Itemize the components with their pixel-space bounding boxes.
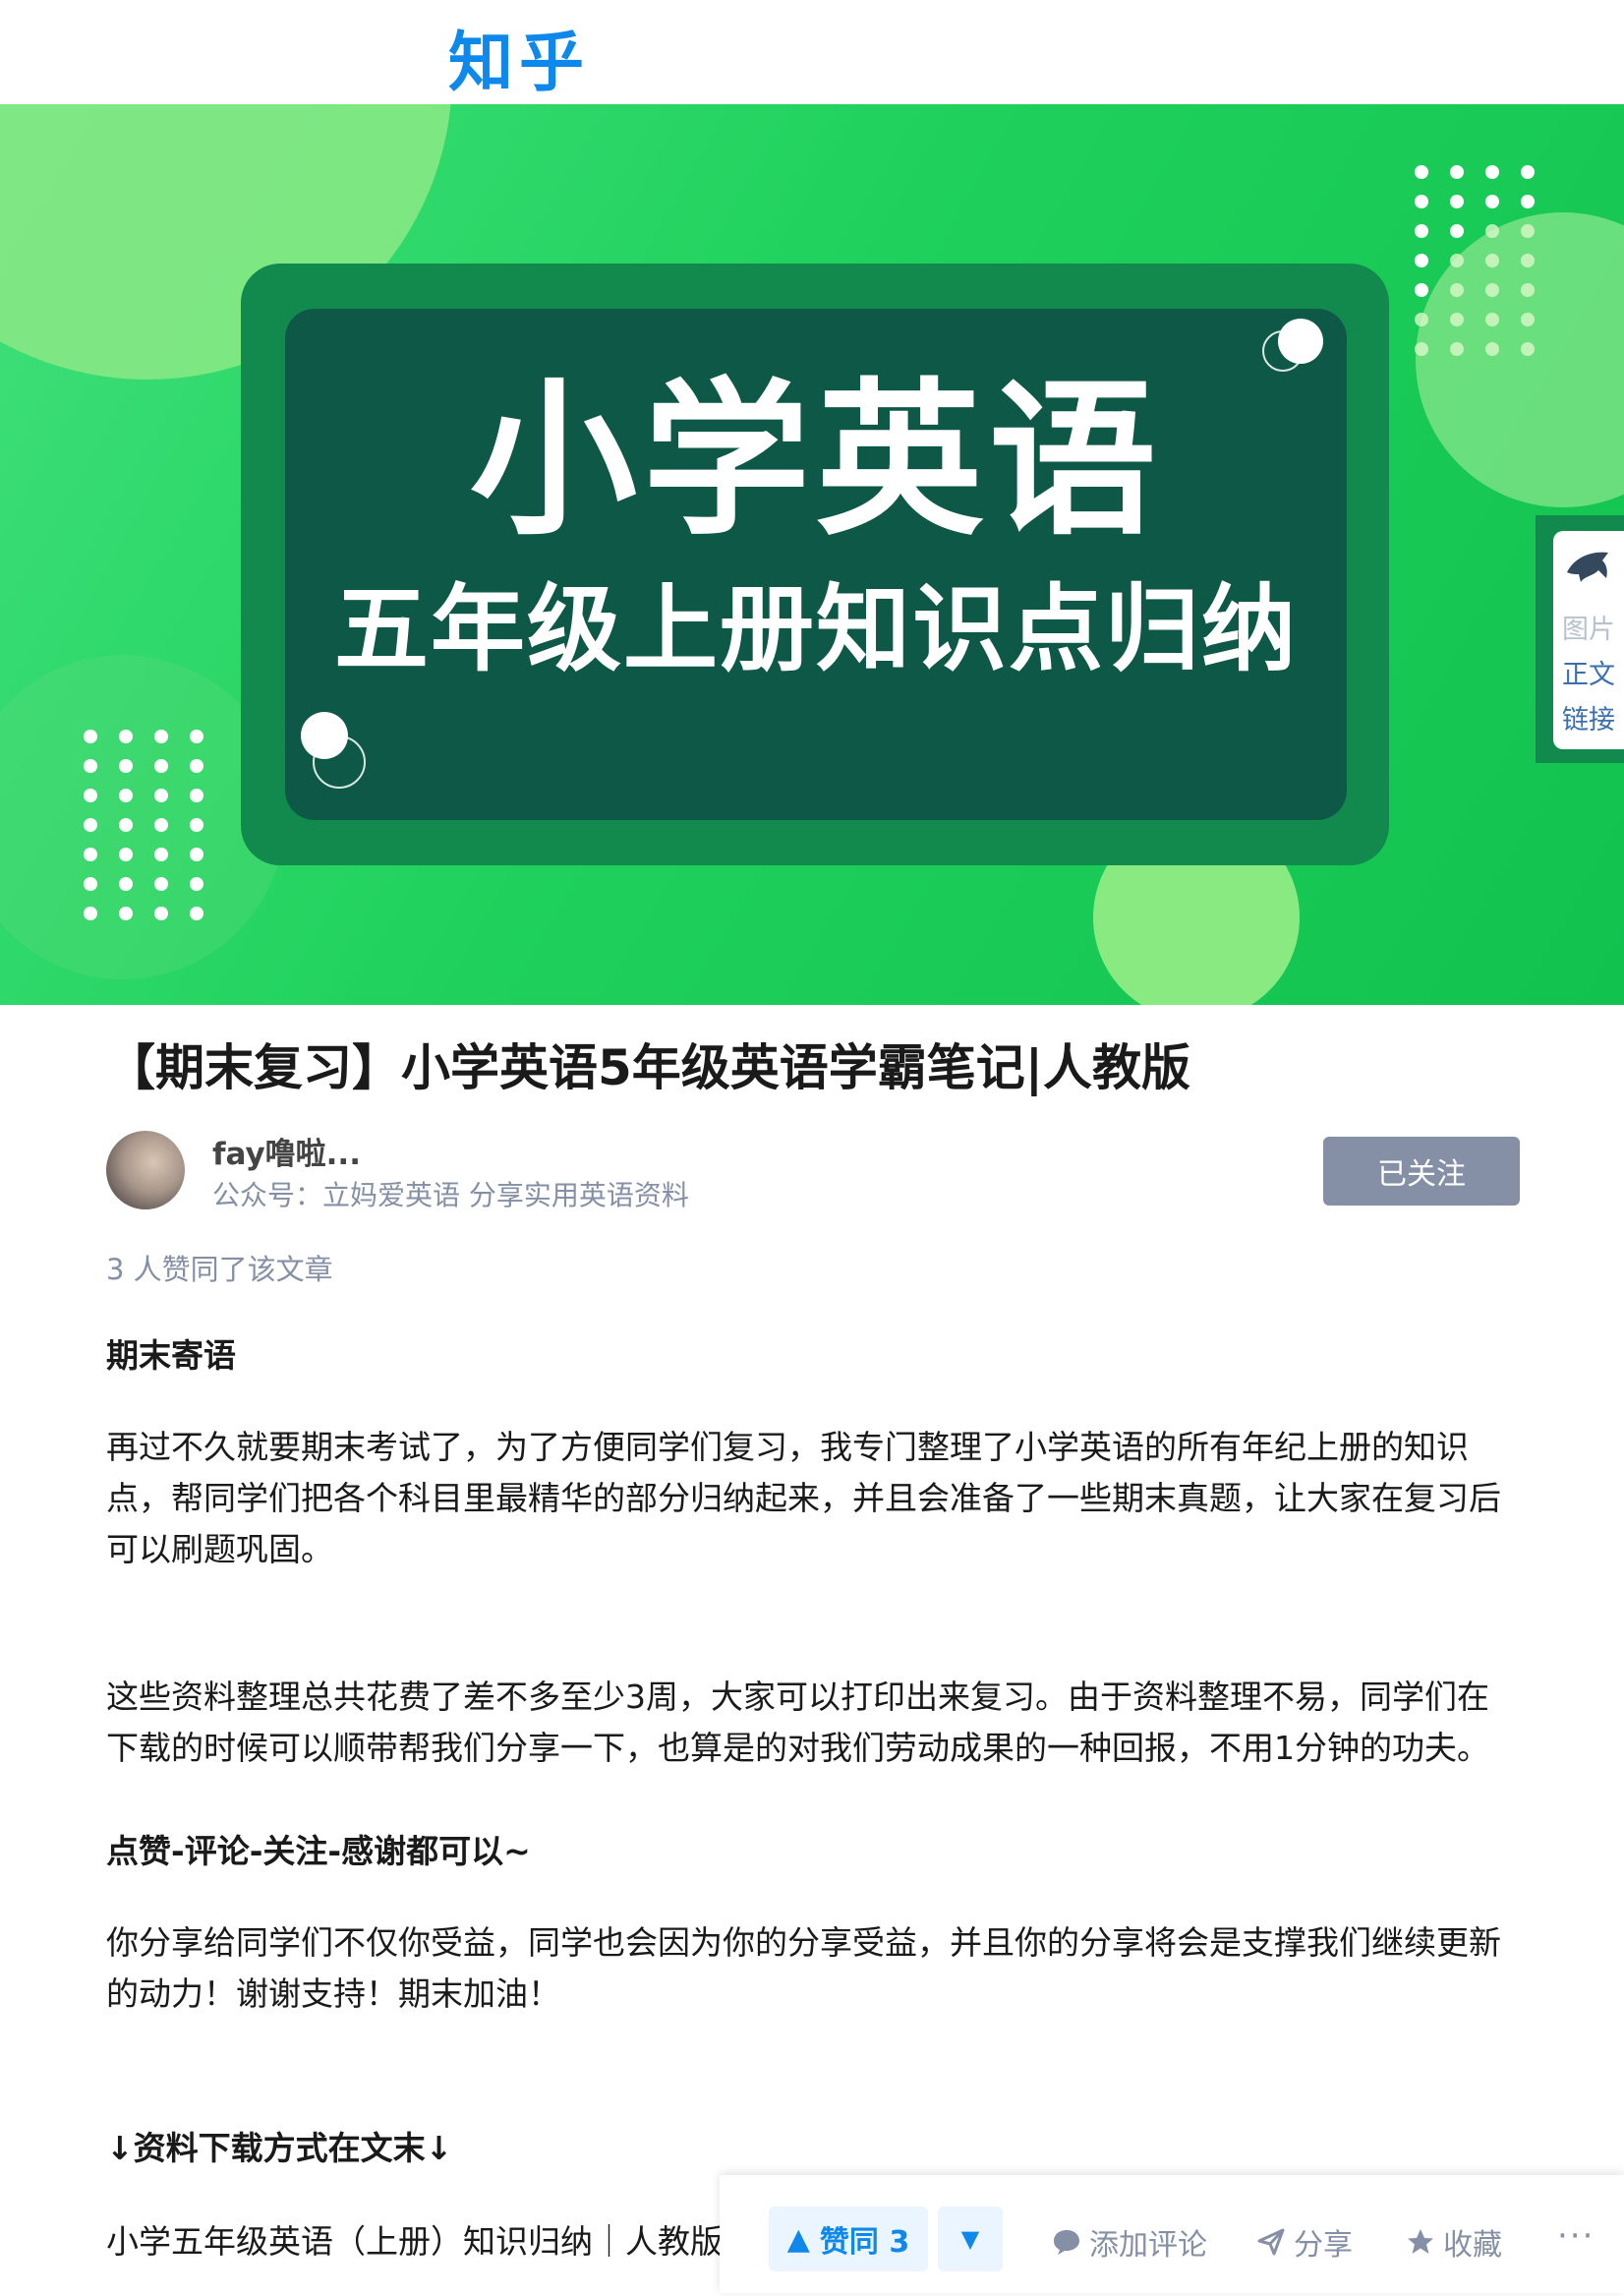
- author-bio: 公众号：立妈爱英语 分享实用英语资料: [212, 1179, 689, 1211]
- side-item-body[interactable]: 正文: [1553, 653, 1624, 691]
- paragraph: 再过不久就要期末考试了，为了方便同学们复习，我专门整理了小学英语的所有年纪上册的…: [106, 1422, 1532, 1575]
- article-title: 【期末复习】小学英语5年级英语学霸笔记|人教版: [106, 1039, 1191, 1096]
- send-icon: [1257, 2228, 1285, 2256]
- top-bar: 知乎: [0, 0, 1624, 105]
- section-heading: 点赞-评论-关注-感谢都可以~: [106, 1832, 531, 1870]
- banner-subtitle: 五年级上册知识点归纳: [334, 574, 1298, 684]
- add-comment-label: 添加评论: [1089, 2228, 1207, 2263]
- triangle-down-icon: ▼: [960, 2225, 980, 2253]
- add-comment-button[interactable]: 添加评论: [1052, 2220, 1207, 2264]
- paragraph-line: 这些资料整理总共花费了差不多至少3周，大家可以打印出来复习。由于资料整理不易，同…: [106, 1678, 1489, 1716]
- downvote-button[interactable]: ▼: [938, 2207, 1003, 2271]
- upvote-label: 赞同 3: [819, 2225, 910, 2260]
- more-options-button[interactable]: ···: [1557, 2216, 1595, 2256]
- paragraph-line: 点，帮同学们把各个科目里最精华的部分归纳起来，并且会准备了一些期末真题，让大家在…: [106, 1479, 1501, 1517]
- zhihu-logo[interactable]: 知乎: [448, 10, 590, 104]
- author-name[interactable]: fay噜啦...: [212, 1129, 361, 1173]
- paragraph-line: 你分享给同学们不仅你受益，同学也会因为你的分享受益，并且你的分享将会是支撑我们继…: [106, 1923, 1501, 1962]
- triangle-up-icon: ▲: [786, 2221, 810, 2257]
- likes-count[interactable]: 3 人赞同了该文章: [106, 1247, 333, 1288]
- decor-dot-grid: [73, 722, 214, 928]
- follow-button[interactable]: 已关注: [1323, 1137, 1520, 1206]
- side-item-link[interactable]: 链接: [1553, 698, 1624, 736]
- section-heading: 期末寄语: [106, 1336, 236, 1375]
- paragraph: 这些资料整理总共花费了差不多至少3周，大家可以打印出来复习。由于资料整理不易，同…: [106, 1672, 1532, 1774]
- paragraph-line: 的动力！谢谢支持！期末加油！: [106, 1974, 560, 2013]
- article-cover-image: 小学英语 五年级上册知识点归纳: [0, 104, 1624, 1005]
- upvote-button[interactable]: ▲ 赞同 3: [769, 2207, 928, 2271]
- decor-dot-grid: [1404, 157, 1545, 364]
- star-icon: [1408, 2229, 1433, 2254]
- collect-button[interactable]: 收藏: [1406, 2220, 1502, 2264]
- paragraph-line: 下载的时候可以顺带帮我们分享一下，也算是的对我们劳动成果的一种回报，不用1分钟的…: [106, 1729, 1489, 1767]
- side-item-image[interactable]: 图片: [1553, 608, 1624, 646]
- banner-title: 小学英语: [469, 364, 1162, 559]
- decor-dot: [1278, 319, 1323, 364]
- avatar[interactable]: [106, 1131, 185, 1209]
- paragraph-line: 再过不久就要期末考试了，为了方便同学们复习，我专门整理了小学英语的所有年纪上册的…: [106, 1428, 1469, 1466]
- share-button[interactable]: 分享: [1256, 2220, 1353, 2264]
- paragraph: 你分享给同学们不仅你受益，同学也会因为你的分享受益，并且你的分享将会是支撑我们继…: [106, 1917, 1532, 2020]
- comment-icon: [1054, 2230, 1079, 2255]
- paragraph-line: 可以刷题巩固。: [106, 1530, 333, 1568]
- decor-dot: [301, 712, 348, 759]
- share-label: 分享: [1294, 2228, 1353, 2263]
- section-heading: ↓资料下载方式在文末↓: [106, 2129, 453, 2167]
- shark-icon[interactable]: [1563, 543, 1614, 594]
- collect-label: 收藏: [1443, 2228, 1502, 2263]
